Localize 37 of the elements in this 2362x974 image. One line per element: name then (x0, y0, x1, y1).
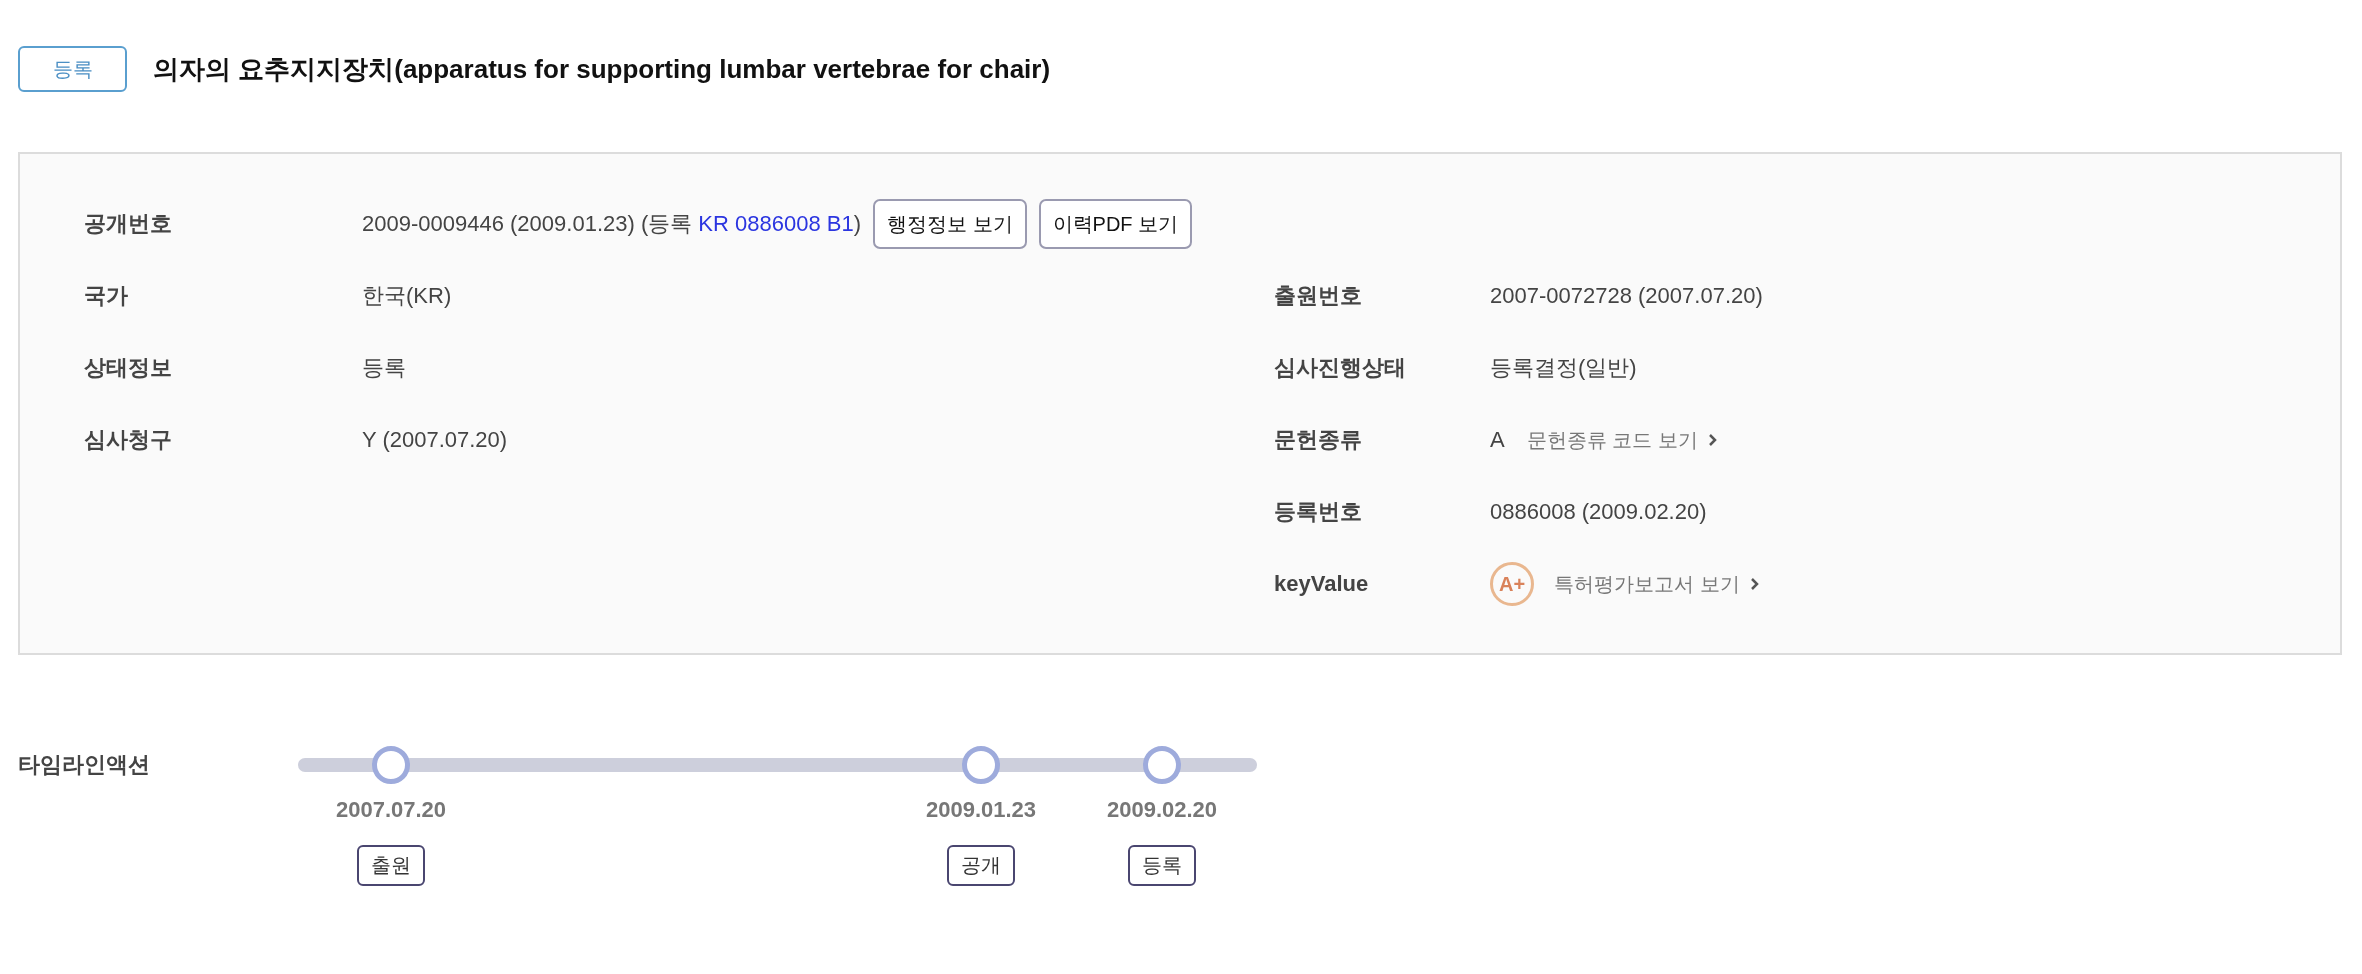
event-tag: 등록 (1128, 845, 1196, 886)
view-button[interactable]: 행정정보 보기 (873, 199, 1027, 249)
event-tag: 공개 (947, 845, 1015, 886)
field-label: 상태정보 (84, 354, 173, 382)
field-label: 국가 (84, 282, 129, 310)
field-label: 심사진행상태 (1274, 354, 1407, 382)
event-tag: 출원 (357, 845, 425, 886)
field-label: keyValue (1274, 571, 1370, 597)
event-date: 2009.02.20 (1106, 797, 1218, 823)
timeline-node[interactable] (1143, 746, 1181, 784)
status-badge: 등록 (18, 46, 127, 92)
field-value: 0886008 (2009.02.20) (1490, 499, 1707, 525)
chevron-right-icon (1707, 433, 1717, 447)
field-value: 등록 (362, 354, 406, 382)
field-label: 심사청구 (84, 426, 173, 454)
timeline-label: 타임라인액션 (18, 751, 151, 779)
event-date: 2007.07.20 (335, 797, 447, 823)
patent-title: 의자의 요추지지장치(apparatus for supporting lumbar vertebrae for chair) (153, 52, 1051, 86)
event-date: 2009.01.23 (925, 797, 1037, 823)
code-view-link[interactable]: 문헌종류 코드 보기 (1526, 426, 1717, 454)
field-label: 출원번호 (1274, 282, 1363, 310)
field-value: 2009-0009446 (2009.01.23) (등록 KR 0886008 B1) (362, 210, 861, 238)
registration-link[interactable]: KR 0886008 B1 (698, 211, 854, 236)
chevron-right-icon (1749, 577, 1759, 591)
view-button[interactable]: 이력PDF 보기 (1038, 199, 1193, 249)
field-label: 등록번호 (1274, 498, 1363, 526)
field-value: 2007-0072728 (2007.07.20) (1490, 283, 1763, 309)
field-label: 공개번호 (84, 210, 173, 238)
timeline-node[interactable] (962, 746, 1000, 784)
timeline-node[interactable] (372, 746, 410, 784)
field-value: Y (2007.07.20) (362, 427, 508, 453)
grade-badge: A+ (1490, 562, 1534, 606)
field-value: 등록결정(일반) (1490, 354, 1637, 382)
field-value: A (1490, 427, 1505, 453)
field-value: 한국(KR) (362, 282, 452, 310)
report-view-link[interactable]: 특허평가보고서 보기 (1554, 570, 1759, 598)
field-label: 문헌종류 (1274, 426, 1363, 454)
